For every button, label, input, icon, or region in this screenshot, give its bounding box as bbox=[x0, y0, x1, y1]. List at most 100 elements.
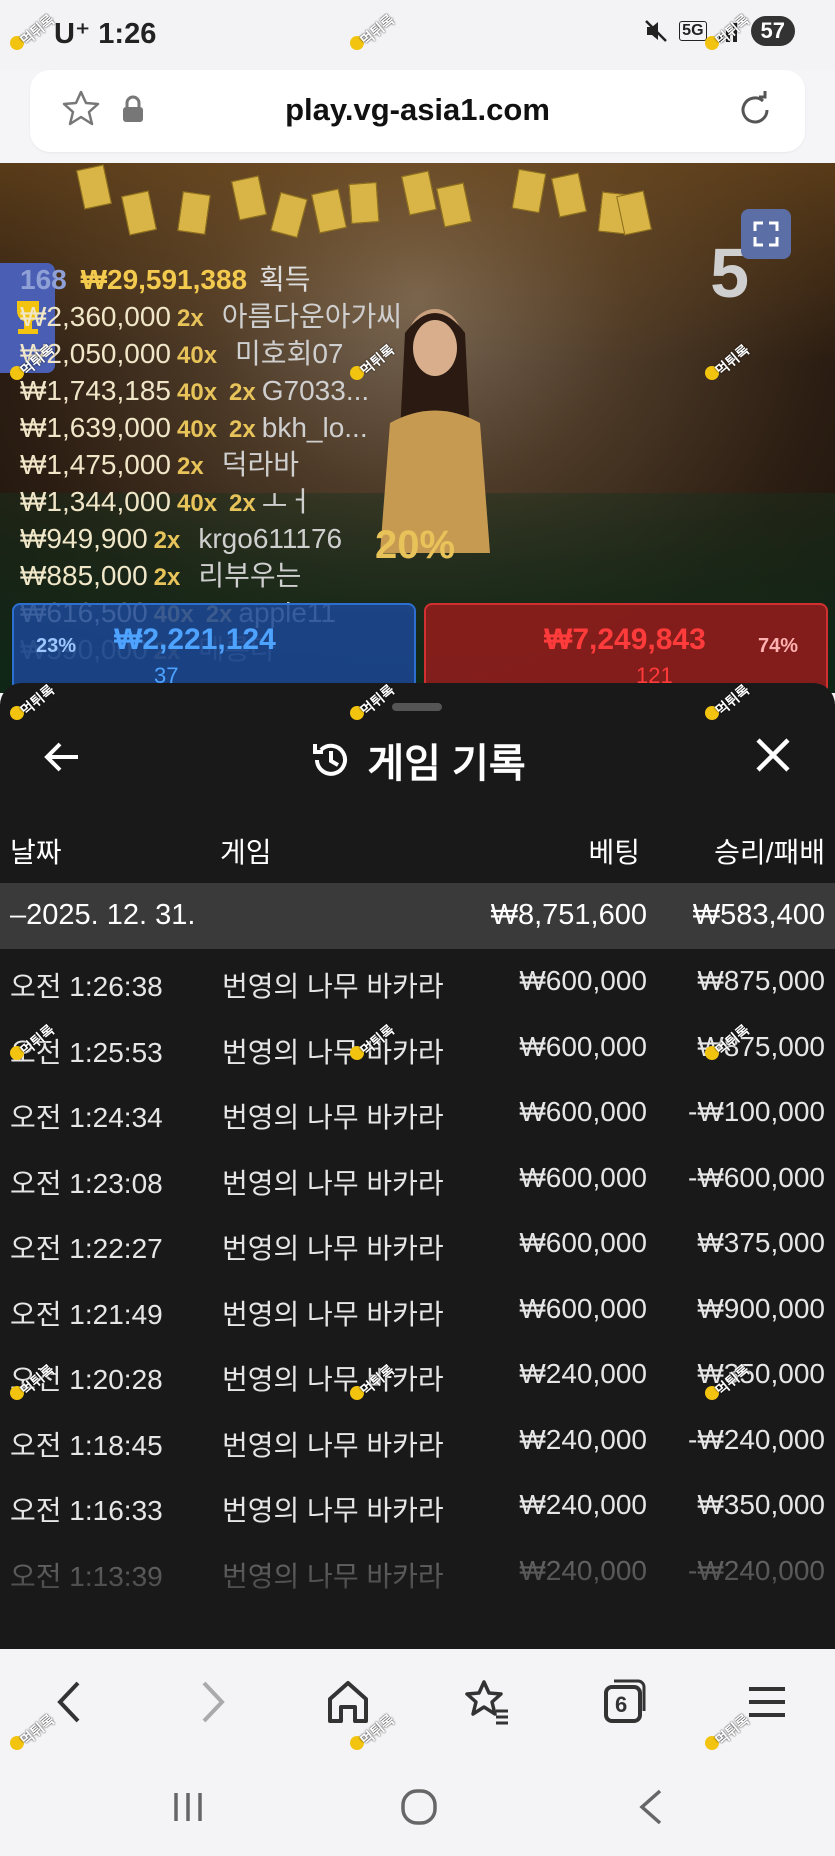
banker-bet-area[interactable]: ₩7,249,843 121 74% bbox=[424, 603, 828, 693]
winner-amount: ₩885,000 bbox=[20, 560, 148, 591]
row-time: 오전 1:26:38 bbox=[10, 971, 163, 1002]
winner-multiplier: 2x bbox=[153, 564, 181, 591]
winner-multiplier: 2x bbox=[177, 305, 204, 332]
row-game: 번영의 나무 바카라 bbox=[222, 1429, 444, 1461]
winner-row: ₩1,344,000 40x 2x ㅗㅓ bbox=[20, 485, 835, 522]
winner-amount: ₩2,360,000 bbox=[20, 301, 171, 332]
sheet-grabber[interactable] bbox=[392, 703, 442, 711]
row-bet: ₩240,000 bbox=[519, 1489, 647, 1520]
row-bet: ₩600,000 bbox=[519, 1161, 647, 1193]
url-text[interactable]: play.vg-asia1.com bbox=[30, 92, 805, 128]
home-circle-icon[interactable] bbox=[397, 1785, 441, 1834]
game-history-sheet: 게임 기록 날짜 게임 베팅 승리/패배 –2025. 12. 31. ₩8,7… bbox=[0, 683, 835, 1649]
row-game: 번영의 나무 바카라 bbox=[222, 1495, 444, 1526]
recent-apps-icon[interactable] bbox=[168, 1785, 208, 1834]
column-date: 날짜 bbox=[10, 837, 62, 868]
history-row[interactable]: 오전 1:26:38 번영의 나무 바카라 ₩600,000 ₩875,000 bbox=[0, 949, 835, 1014]
winners-count: 168 bbox=[20, 264, 67, 295]
tabs-count: 6 bbox=[615, 1692, 628, 1717]
winner-multiplier: 2x bbox=[229, 490, 256, 517]
row-game: 번영의 나무 바카라 bbox=[222, 1102, 444, 1133]
bookmarks-icon[interactable] bbox=[462, 1677, 512, 1732]
row-win-loss: ₩875,000 bbox=[697, 965, 825, 996]
column-game: 게임 bbox=[220, 837, 272, 868]
winner-multiplier: 40x bbox=[177, 342, 218, 369]
system-nav-bar bbox=[0, 1759, 835, 1856]
forward-nav-icon[interactable] bbox=[192, 1677, 232, 1732]
row-time: 오전 1:23:08 bbox=[10, 1167, 163, 1199]
reload-icon[interactable] bbox=[733, 88, 777, 137]
row-win-loss: -₩240,000 bbox=[688, 1423, 825, 1455]
winner-row: ₩1,475,000 2x 덕라바 bbox=[20, 448, 835, 485]
winner-name: bkh_lo... bbox=[261, 412, 368, 443]
live-game-view[interactable]: 5 168 ₩29,591,388 획득 ₩2,360,000 2x 아름다운아가씨… bbox=[0, 163, 835, 693]
history-row[interactable]: 오전 1:22:27 번영의 나무 바카라 ₩600,000 ₩375,000 bbox=[0, 1211, 835, 1276]
summary-bet: ₩8,751,600 bbox=[490, 899, 647, 931]
history-row[interactable]: 오전 1:21:49 번영의 나무 바카라 ₩600,000 ₩900,000 bbox=[0, 1277, 835, 1342]
address-bar[interactable]: play.vg-asia1.com bbox=[30, 70, 805, 152]
mute-icon bbox=[645, 20, 668, 42]
home-icon[interactable] bbox=[325, 1677, 371, 1732]
winner-multiplier: 2x bbox=[177, 453, 204, 480]
row-game: 번영의 나무 바카라 bbox=[222, 1036, 444, 1068]
history-title-wrap: 게임 기록 bbox=[0, 731, 835, 789]
summary-date: –2025. 12. 31. bbox=[10, 899, 196, 931]
winner-row: ₩2,360,000 2x 아름다운아가씨 bbox=[20, 300, 835, 337]
row-time: 오전 1:21:49 bbox=[10, 1298, 163, 1330]
player-bet-area[interactable]: 23% ₩2,221,124 37 bbox=[12, 603, 416, 693]
winner-amount: ₩1,743,185 bbox=[20, 375, 171, 406]
winner-amount: ₩949,900 bbox=[20, 523, 148, 554]
list-fade bbox=[0, 1563, 835, 1649]
winner-name: ㅗㅓ bbox=[261, 486, 314, 517]
row-game: 번영의 나무 바카라 bbox=[222, 971, 444, 1002]
row-win-loss: ₩350,000 bbox=[697, 1489, 825, 1520]
banker-percent: 74% bbox=[757, 635, 798, 657]
row-bet: ₩600,000 bbox=[519, 1096, 647, 1127]
winner-multiplier: 2x bbox=[229, 379, 256, 406]
banker-bet-total: ₩7,249,843 bbox=[544, 623, 706, 656]
history-row[interactable]: 오전 1:16:33 번영의 나무 바카라 ₩240,000 ₩350,000 bbox=[0, 1473, 835, 1538]
row-game: 번영의 나무 바카라 bbox=[222, 1233, 444, 1264]
winner-name: krgo611176 bbox=[198, 523, 343, 554]
winner-amount: ₩1,475,000 bbox=[20, 449, 171, 480]
row-bet: ₩600,000 bbox=[519, 1292, 647, 1324]
carrier-time: U⁺ 1:26 bbox=[54, 18, 157, 50]
winner-name: G7033... bbox=[261, 375, 370, 406]
row-bet: ₩600,000 bbox=[519, 1030, 647, 1062]
history-row[interactable]: 오전 1:23:08 번영의 나무 바카라 ₩600,000 -₩600,000 bbox=[0, 1146, 835, 1211]
winner-name: 리부우는 bbox=[198, 560, 302, 591]
row-bet: ₩240,000 bbox=[519, 1423, 647, 1455]
column-bet: 베팅 bbox=[588, 837, 640, 868]
row-bet: ₩240,000 bbox=[519, 1358, 647, 1389]
hanging-card bbox=[348, 182, 380, 224]
winner-multiplier: 2x bbox=[229, 416, 256, 443]
close-icon[interactable] bbox=[753, 735, 793, 780]
winner-amount: ₩1,639,000 bbox=[20, 412, 171, 443]
winner-name: 미호회07 bbox=[235, 338, 344, 369]
date-summary-row[interactable]: –2025. 12. 31. ₩8,751,600 ₩583,400 bbox=[0, 883, 835, 949]
winner-row: ₩1,639,000 40x 2x bkh_lo... bbox=[20, 411, 835, 448]
history-row[interactable]: 오전 1:18:45 번영의 나무 바카라 ₩240,000 -₩240,000 bbox=[0, 1408, 835, 1473]
winner-multiplier: 40x bbox=[177, 416, 218, 443]
row-time: 오전 1:16:33 bbox=[10, 1495, 163, 1526]
history-title: 게임 기록 bbox=[367, 742, 526, 786]
row-win-loss: -₩100,000 bbox=[688, 1096, 825, 1127]
tabs-button[interactable]: 6 bbox=[602, 1677, 648, 1732]
expand-icon bbox=[753, 221, 779, 247]
history-row[interactable]: 오전 1:24:34 번영의 나무 바카라 ₩600,000 -₩100,000 bbox=[0, 1080, 835, 1145]
row-win-loss: ₩375,000 bbox=[697, 1227, 825, 1258]
winners-total: ₩29,591,388 bbox=[80, 264, 248, 295]
system-back-icon[interactable] bbox=[632, 1785, 672, 1834]
fullscreen-button[interactable] bbox=[741, 209, 791, 259]
winner-name: 덕라바 bbox=[221, 449, 299, 480]
row-time: 오전 1:24:34 bbox=[10, 1102, 163, 1133]
row-bet: ₩600,000 bbox=[519, 1227, 647, 1258]
row-win-loss: -₩600,000 bbox=[688, 1161, 825, 1193]
summary-win-loss: ₩583,400 bbox=[692, 899, 825, 931]
winner-name: 아름다운아가씨 bbox=[221, 301, 403, 332]
row-win-loss: ₩900,000 bbox=[697, 1292, 825, 1324]
row-time: 오전 1:18:45 bbox=[10, 1429, 163, 1461]
hanging-card bbox=[177, 191, 211, 235]
winner-multiplier: 40x bbox=[177, 490, 218, 517]
winners-header: 168 ₩29,591,388 획득 bbox=[20, 263, 835, 300]
